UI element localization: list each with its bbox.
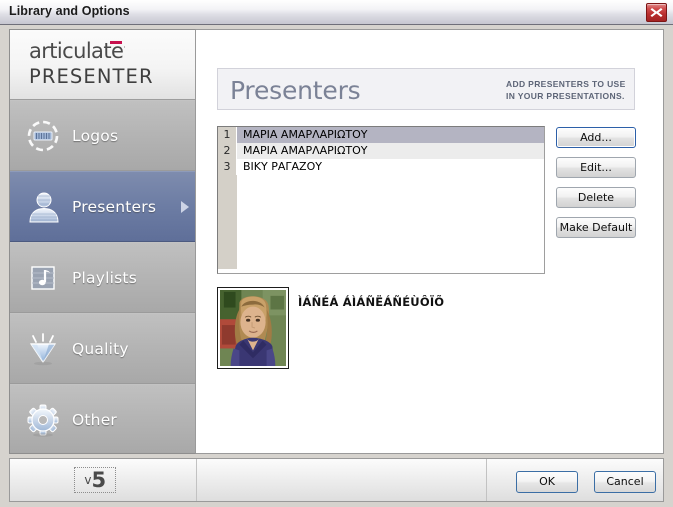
- gear-icon: [23, 400, 63, 440]
- footer-divider-right: [486, 459, 487, 501]
- sidebar-item-label: Other: [72, 410, 118, 429]
- library-and-options-dialog: Library and Options articulate· PRESENTE…: [0, 0, 673, 507]
- window-body: articulate· PRESENTER Logos Presenters P…: [0, 25, 673, 507]
- sidebar-item-playlists[interactable]: Playlists: [10, 242, 195, 313]
- sidebar-item-logos[interactable]: Logos: [10, 100, 195, 171]
- sidebar-item-other[interactable]: Other: [10, 384, 195, 453]
- row-number: 2: [218, 143, 237, 159]
- page-header: Presenters ADD PRESENTERS TO USE IN YOUR…: [217, 68, 635, 110]
- row-number: 3: [218, 159, 237, 175]
- sidebar-item-label: Playlists: [72, 268, 137, 287]
- list-item[interactable]: 2 ΜΑΡΙΑ ΑΜΑΡΛΑΡΙΩΤΟΥ: [218, 143, 544, 159]
- logo-badge-icon: [23, 116, 63, 156]
- page-subtitle: ADD PRESENTERS TO USE IN YOUR PRESENTATI…: [506, 79, 626, 101]
- sidebar-item-label: Presenters: [72, 197, 157, 216]
- presenters-list[interactable]: 1 ΜΑΡΙΑ ΑΜΑΡΛΑΡΙΩΤΟΥ 2 ΜΑΡΙΑ ΑΜΑΡΛΑΡΙΩΤΟ…: [217, 126, 545, 274]
- brand-presenter: PRESENTER: [29, 65, 154, 88]
- diamond-icon: [23, 329, 63, 369]
- sidebar-item-quality[interactable]: Quality: [10, 313, 195, 384]
- ok-button[interactable]: OK: [516, 471, 578, 493]
- brand-accent-bar: [110, 41, 122, 44]
- edit-button[interactable]: Edit...: [556, 157, 636, 178]
- page-title: Presenters: [230, 76, 361, 105]
- version-number: 5: [91, 468, 106, 492]
- sidebar-item-label: Logos: [72, 126, 119, 145]
- chevron-right-icon: [181, 200, 189, 213]
- sidebar-item-label: Quality: [72, 339, 129, 358]
- person-icon: [23, 187, 63, 227]
- title-bar: Library and Options: [0, 0, 673, 25]
- sidebar-nav: Logos Presenters Playlists Quality Other: [10, 100, 195, 453]
- row-name: ΜΑΡΙΑ ΑΜΑΡΛΑΡΙΩΤΟΥ: [237, 127, 544, 143]
- dialog-footer: v5 OK Cancel: [9, 458, 664, 502]
- window-title: Library and Options: [9, 4, 130, 18]
- list-item[interactable]: 3 ΒΙΚΥ ΡΑΓΑΖΟΥ: [218, 159, 544, 175]
- row-name: ΜΑΡΙΑ ΑΜΑΡΛΑΡΙΩΤΟΥ: [237, 143, 544, 159]
- add-button[interactable]: Add...: [556, 127, 636, 148]
- registered-mark: ·: [123, 43, 126, 52]
- presenter-photo-frame: [217, 287, 289, 369]
- close-icon[interactable]: [646, 3, 667, 22]
- version-badge: v5: [74, 467, 116, 493]
- cancel-button[interactable]: Cancel: [594, 471, 656, 493]
- brand-logo: articulate· PRESENTER: [10, 30, 195, 100]
- presenter-photo: [220, 290, 286, 366]
- list-actions: Add... Edit... Delete Make Default: [556, 127, 636, 247]
- delete-button[interactable]: Delete: [556, 187, 636, 208]
- footer-divider-left: [196, 459, 197, 501]
- sidebar: articulate· PRESENTER Logos Presenters P…: [9, 29, 196, 454]
- sidebar-item-presenters[interactable]: Presenters: [10, 171, 195, 242]
- list-empty-area: [218, 175, 544, 269]
- music-note-icon: [23, 258, 63, 298]
- row-name: ΒΙΚΥ ΡΑΓΑΖΟΥ: [237, 159, 544, 175]
- list-item[interactable]: 1 ΜΑΡΙΑ ΑΜΑΡΛΑΡΙΩΤΟΥ: [218, 127, 544, 143]
- make-default-button[interactable]: Make Default: [556, 217, 636, 238]
- row-number: 1: [218, 127, 237, 143]
- presenter-detail-name: ÌÁÑÉÁ ÁÌÁÑËÁÑÉÙÔÏÕ: [298, 295, 445, 309]
- main-panel: Presenters ADD PRESENTERS TO USE IN YOUR…: [196, 29, 664, 454]
